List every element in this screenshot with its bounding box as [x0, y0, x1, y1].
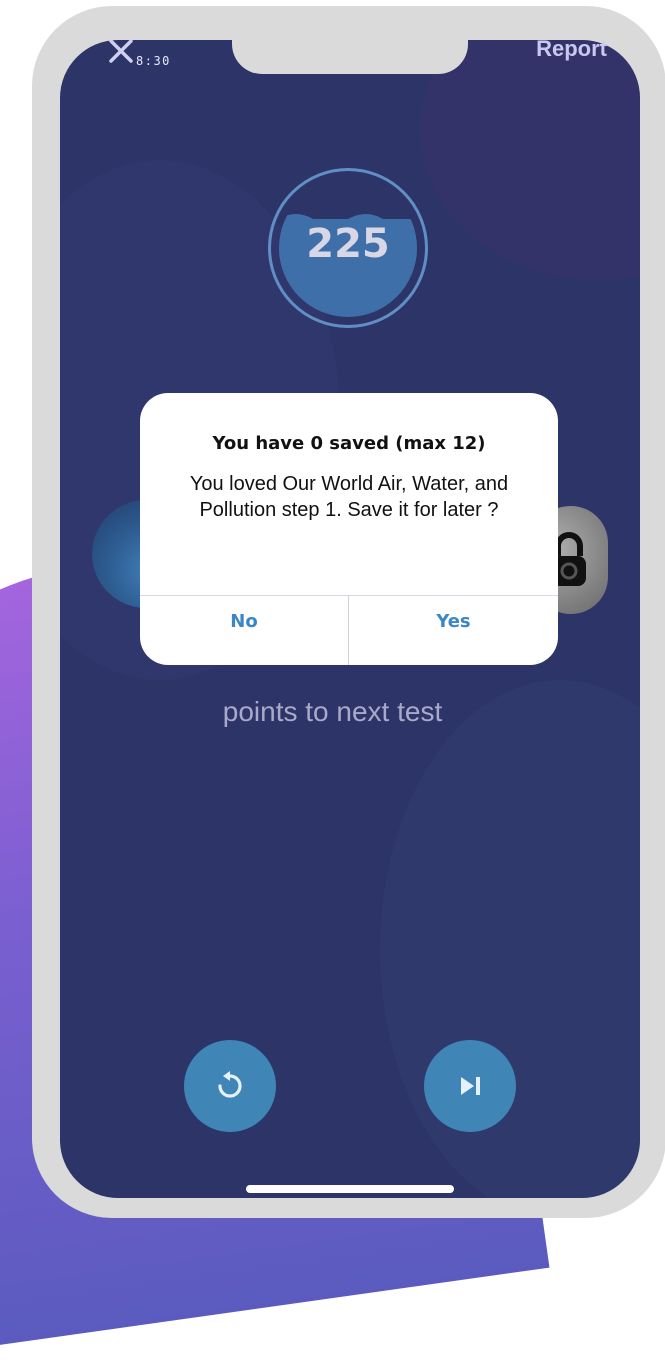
dialog-divider: [140, 595, 558, 596]
no-button[interactable]: No: [140, 597, 348, 665]
points-label: points to next test: [222, 696, 443, 727]
yes-button[interactable]: Yes: [349, 597, 558, 665]
skip-next-icon: [461, 1077, 480, 1095]
replay-icon: [218, 1071, 242, 1098]
dialog-message: You loved Our World Air, Water, and Poll…: [189, 473, 509, 521]
device-notch: [232, 22, 468, 74]
score-badge: 225: [268, 168, 428, 328]
status-time: 8:30: [136, 54, 171, 68]
dialog-title: You have 0 saved (max 12): [212, 433, 486, 454]
close-icon[interactable]: [106, 36, 136, 66]
replay-button[interactable]: [184, 1040, 276, 1132]
save-for-later-dialog: You have 0 saved (max 12) You loved Our …: [140, 393, 558, 665]
skip-next-button[interactable]: [424, 1040, 516, 1132]
home-indicator[interactable]: [246, 1185, 454, 1193]
report-button[interactable]: Report: [536, 36, 607, 62]
score-value: 225: [306, 221, 390, 267]
